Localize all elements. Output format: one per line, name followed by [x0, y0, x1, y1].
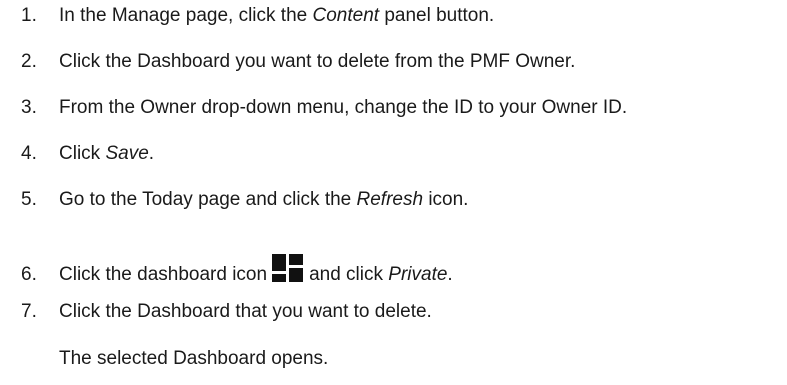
step-6: 6. Click the dashboard icon and click Priv…	[21, 254, 453, 287]
step-text: Go to the Today page and click the Refre…	[59, 189, 469, 210]
step-1: 1. In the Manage page, click the Content …	[21, 4, 494, 28]
step-number: 7.	[21, 301, 37, 322]
step-number: 2.	[21, 51, 37, 72]
dashboard-icon	[272, 254, 304, 282]
step-5: 5. Go to the Today page and click the Ref…	[21, 188, 468, 212]
step-4: 4. Click Save.	[21, 142, 154, 166]
step-number: 6.	[21, 264, 37, 285]
step-7: 7. Click the Dashboard that you want to d…	[21, 300, 432, 324]
ui-term-content: Content	[312, 5, 380, 26]
step-text: From the Owner drop-down menu, change th…	[59, 97, 628, 118]
ui-term-refresh: Refresh	[356, 189, 424, 210]
step-text: In the Manage page, click the Content pa…	[59, 5, 495, 26]
step-2: 2. Click the Dashboard you want to delete…	[21, 50, 575, 74]
ui-term-save: Save	[105, 143, 149, 164]
step-7-result: The selected Dashboard opens.	[59, 348, 329, 369]
step-number: 3.	[21, 97, 37, 118]
step-number: 4.	[21, 143, 37, 164]
step-number: 1.	[21, 5, 37, 26]
step-text: Click the Dashboard you want to delete f…	[59, 51, 576, 72]
ui-term-private: Private	[388, 264, 448, 285]
step-3: 3. From the Owner drop-down menu, change …	[21, 96, 627, 120]
step-number: 5.	[21, 189, 37, 210]
step-text: Click Save.	[59, 143, 155, 164]
step-text: Click the Dashboard that you want to del…	[59, 301, 432, 322]
step-text: Click the dashboard icon and click Privat…	[59, 254, 453, 285]
